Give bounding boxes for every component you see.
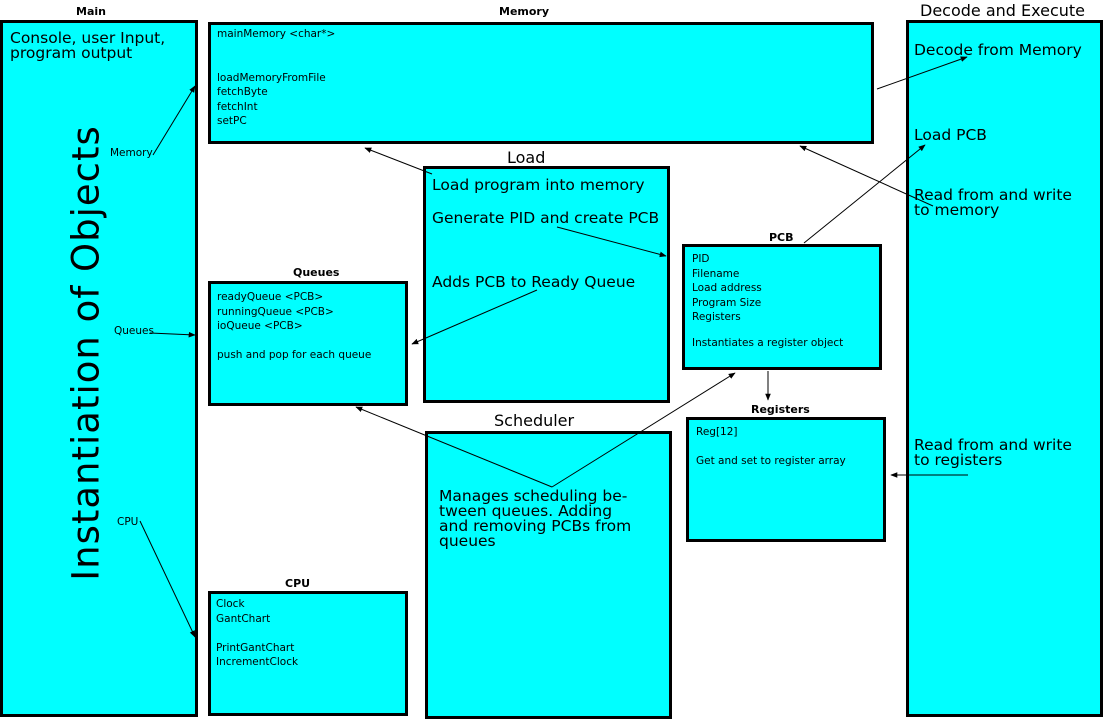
- arrow-scheduler-to-pcb: [551, 372, 736, 488]
- arrow-decode-to-memory: [876, 56, 968, 90]
- arrow-main-to-memory: [152, 85, 196, 156]
- arrow-load-to-pcb: [556, 226, 667, 258]
- arrow-main-to-cpu: [139, 520, 196, 638]
- arrow-load-to-memory: [364, 147, 433, 175]
- arrow-main-to-queues: [149, 331, 196, 338]
- connector-arrows: [139, 56, 968, 638]
- arrow-load-to-queues: [411, 289, 538, 345]
- arrow-scheduler-to-queues: [355, 406, 553, 488]
